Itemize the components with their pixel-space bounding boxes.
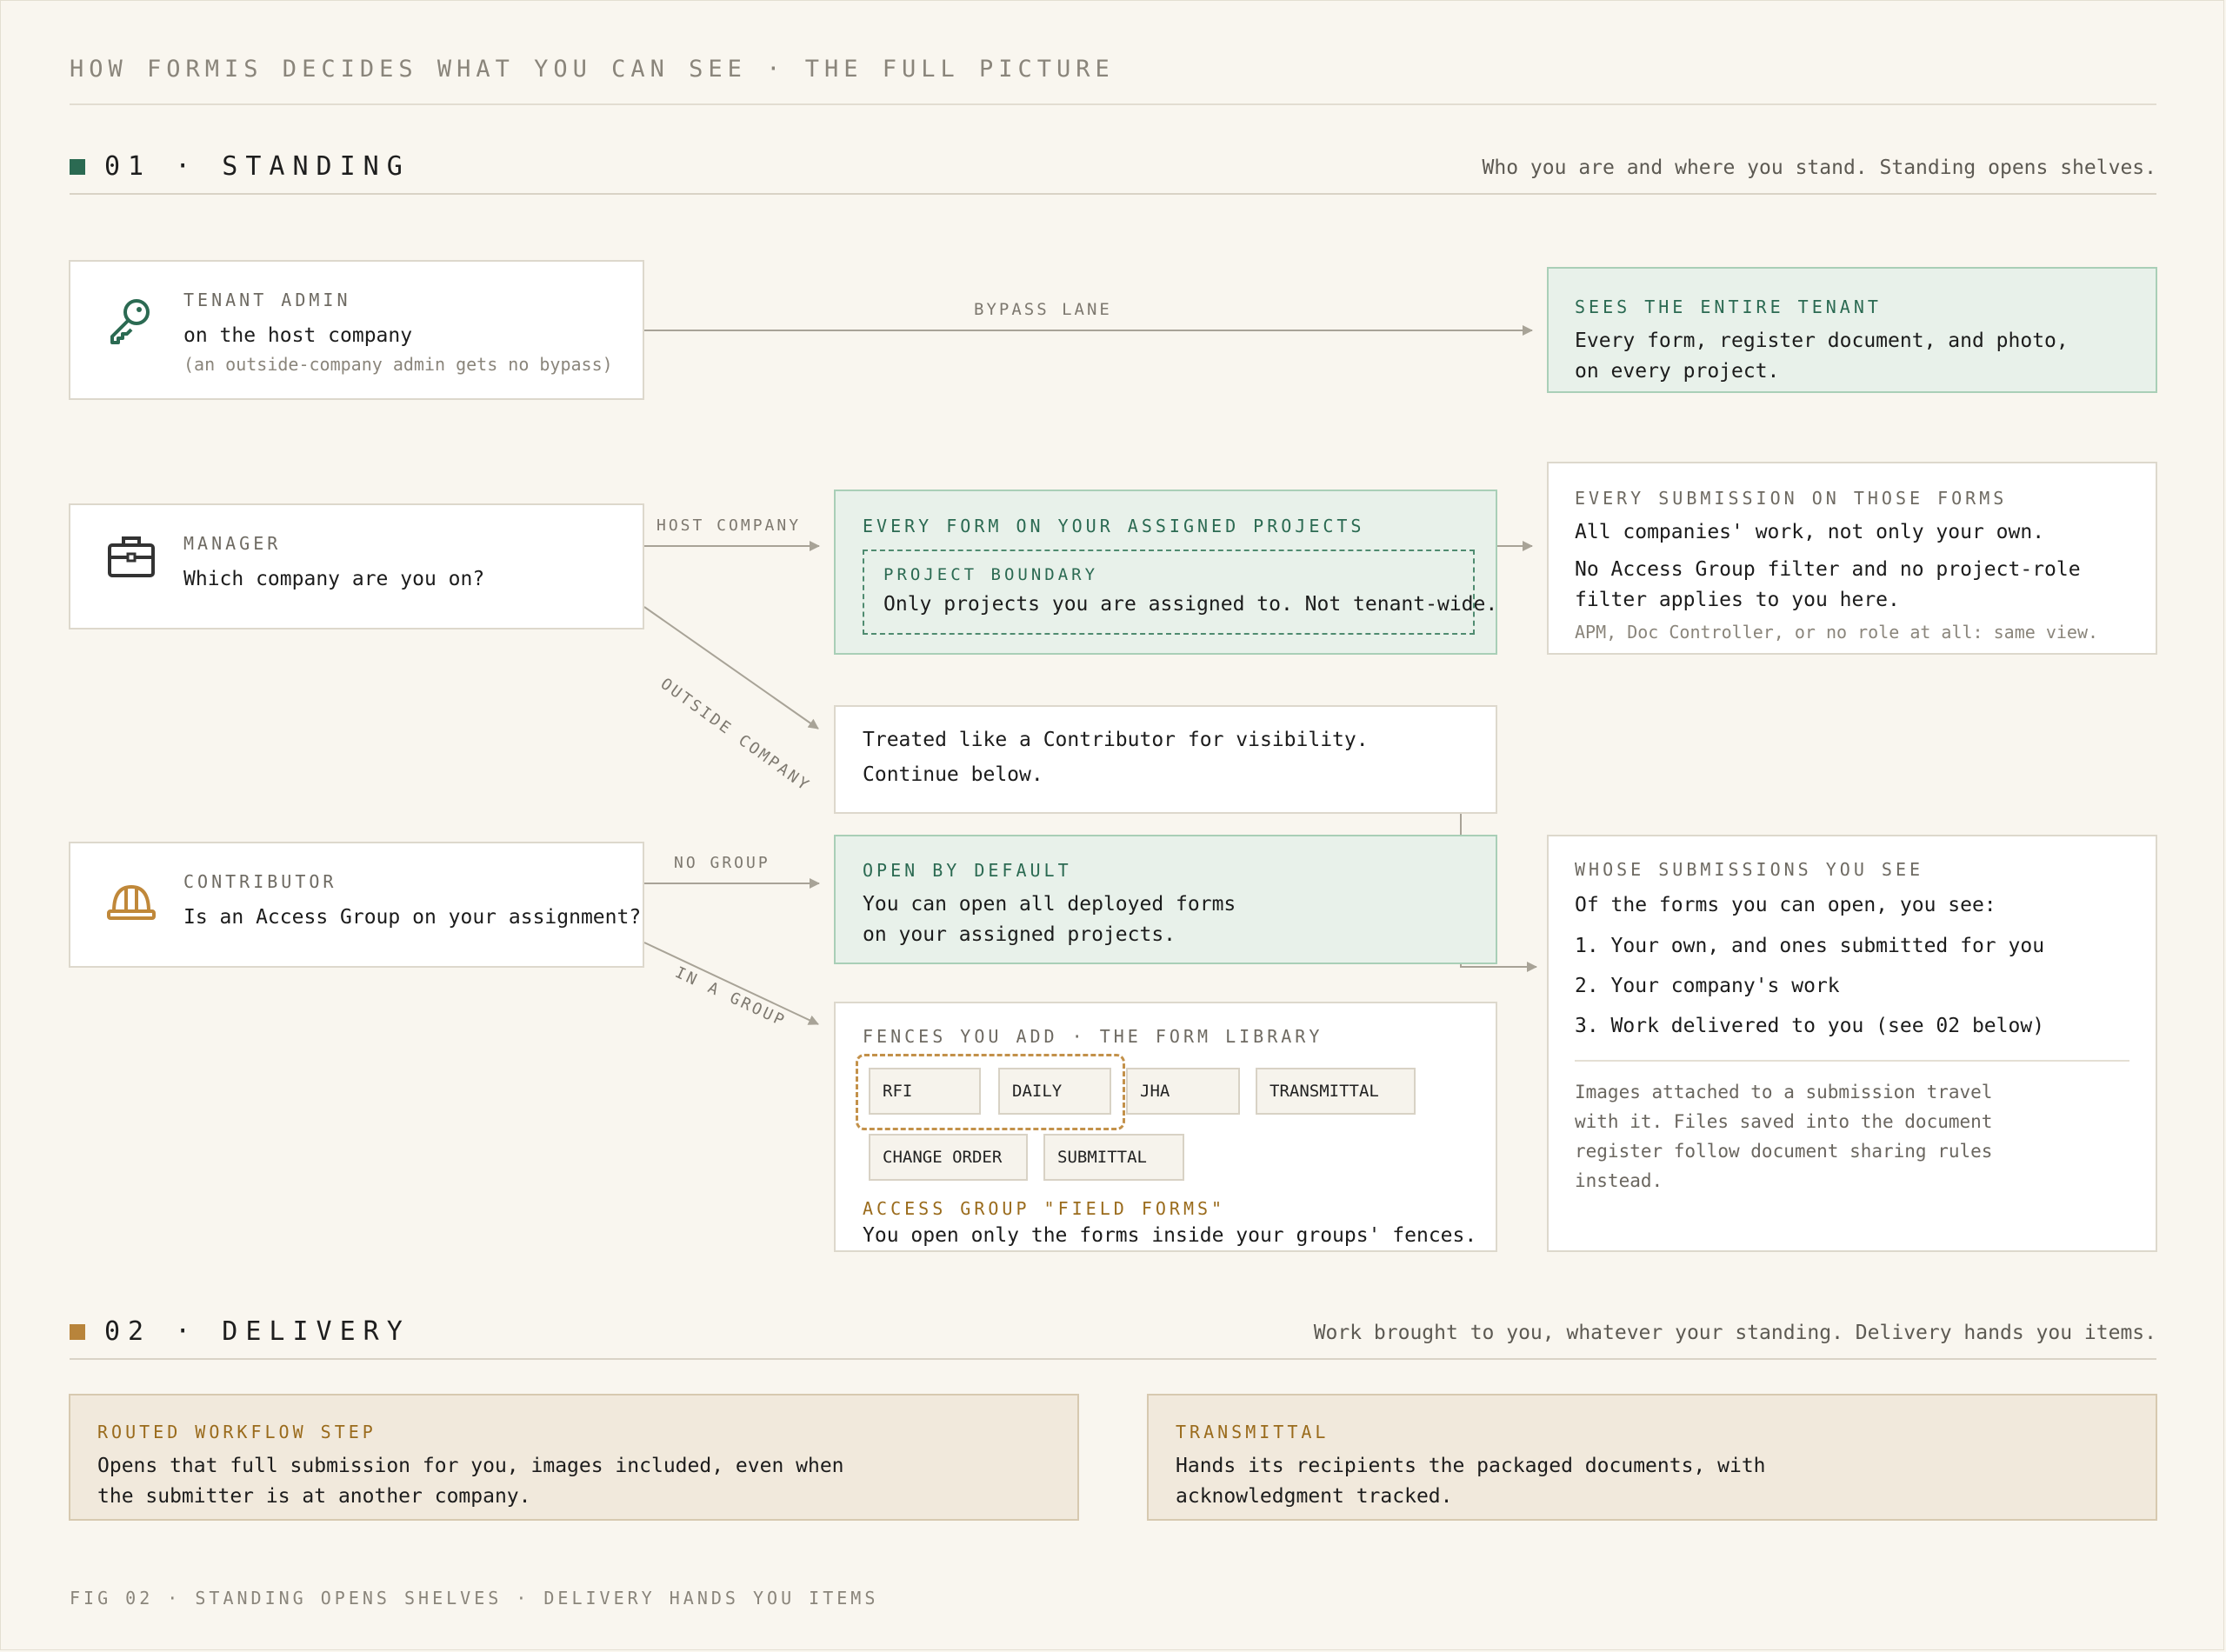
treated-contributor-box: Treated like a Contributor for visibilit… bbox=[834, 705, 1497, 814]
role-tenant-admin-line: on the host company bbox=[183, 324, 413, 347]
in-a-group-arrow bbox=[643, 942, 819, 1025]
role-manager: MANAGER Which company are you on? bbox=[69, 503, 644, 629]
project-boundary-label: PROJECT BOUNDARY bbox=[883, 565, 1099, 584]
transmittal-line1: Hands its recipients the packaged docume… bbox=[1176, 1455, 1766, 1477]
form-chip-transmittal: TRANSMITTAL bbox=[1256, 1068, 1416, 1115]
whose-item-2: 2. Your company's work bbox=[1575, 975, 1840, 997]
every-submission-line2: No Access Group filter and no project-ro… bbox=[1575, 558, 2081, 581]
form-chip-daily: DAILY bbox=[998, 1068, 1111, 1115]
bypass-lane-label: BYPASS LANE bbox=[974, 300, 1112, 319]
every-submission-box: EVERY SUBMISSION ON THOSE FORMS All comp… bbox=[1547, 462, 2157, 655]
whose-label: WHOSE SUBMISSIONS YOU SEE bbox=[1575, 859, 1924, 880]
routed-workflow-line2: the submitter is at another company. bbox=[97, 1485, 531, 1508]
section-delivery-marker bbox=[70, 1323, 85, 1340]
form-chip-jha: JHA bbox=[1126, 1068, 1240, 1115]
transmittal-label: TRANSMITTAL bbox=[1176, 1422, 1330, 1442]
transmittal-card: TRANSMITTAL Hands its recipients the pac… bbox=[1147, 1394, 2157, 1521]
whose-note-line2: with it. Files saved into the document bbox=[1575, 1111, 1993, 1132]
role-contributor-label: CONTRIBUTOR bbox=[183, 871, 337, 892]
every-submission-line1: All companies' work, not only your own. bbox=[1575, 521, 2045, 543]
no-group-label: NO GROUP bbox=[674, 854, 770, 872]
section-delivery-title: 02 · DELIVERY bbox=[104, 1316, 410, 1347]
section-delivery-note: Work brought to you, whatever your stand… bbox=[1313, 1322, 2156, 1344]
every-submission-line3: filter applies to you here. bbox=[1575, 589, 1900, 611]
role-tenant-admin-sub: (an outside-company admin gets no bypass… bbox=[183, 354, 613, 375]
tenant-result-box: SEES THE ENTIRE TENANT Every form, regis… bbox=[1547, 267, 2157, 393]
routed-workflow-card: ROUTED WORKFLOW STEP Opens that full sub… bbox=[69, 1394, 1079, 1521]
whose-intro: Of the forms you can open, you see: bbox=[1575, 894, 1996, 916]
every-submission-label: EVERY SUBMISSION ON THOSE FORMS bbox=[1575, 488, 2008, 509]
fences-label: FENCES YOU ADD · THE FORM LIBRARY bbox=[863, 1026, 1323, 1047]
whose-submissions-box: WHOSE SUBMISSIONS YOU SEE Of the forms y… bbox=[1547, 835, 2157, 1252]
project-boundary-text: Only projects you are assigned to. Not t… bbox=[883, 593, 1498, 616]
section-delivery-divider bbox=[70, 1358, 2156, 1360]
open-default-box: OPEN BY DEFAULT You can open all deploye… bbox=[834, 835, 1497, 964]
section-delivery-heading: 02 · DELIVERY bbox=[70, 1316, 410, 1347]
form-chip-submittal: SUBMITTAL bbox=[1043, 1134, 1184, 1181]
treated-line2: Continue below. bbox=[863, 763, 1043, 786]
assigned-projects-box: EVERY FORM ON YOUR ASSIGNED PROJECTS PRO… bbox=[834, 490, 1497, 655]
tenant-result-line2: on every project. bbox=[1575, 360, 1780, 383]
role-manager-line: Which company are you on? bbox=[183, 568, 485, 590]
briefcase-icon bbox=[108, 536, 155, 577]
whose-divider bbox=[1575, 1060, 2129, 1062]
whose-note-line1: Images attached to a submission travel bbox=[1575, 1082, 1993, 1102]
open-default-label: OPEN BY DEFAULT bbox=[863, 860, 1072, 881]
whose-item-1: 1. Your own, and ones submitted for you bbox=[1575, 935, 2045, 957]
every-submission-note: APM, Doc Controller, or no role at all: … bbox=[1575, 622, 2099, 643]
open-default-line1: You can open all deployed forms bbox=[863, 893, 1236, 916]
tenant-result-label: SEES THE ENTIRE TENANT bbox=[1575, 296, 1882, 317]
tenant-result-line1: Every form, register document, and photo… bbox=[1575, 330, 2069, 352]
treated-line1: Treated like a Contributor for visibilit… bbox=[863, 729, 1369, 751]
transmittal-line2: acknowledgment tracked. bbox=[1176, 1485, 1453, 1508]
role-manager-label: MANAGER bbox=[183, 533, 282, 554]
routed-workflow-line1: Opens that full submission for you, imag… bbox=[97, 1455, 844, 1477]
fences-box: FENCES YOU ADD · THE FORM LIBRARY RFI DA… bbox=[834, 1002, 1497, 1252]
form-chip-change-order: CHANGE ORDER bbox=[869, 1134, 1028, 1181]
host-company-label: HOST COMPANY bbox=[656, 516, 802, 535]
role-tenant-admin-label: TENANT ADMIN bbox=[183, 290, 351, 310]
outside-company-arrow bbox=[643, 606, 819, 729]
role-contributor-line: Is an Access Group on your assignment? bbox=[183, 906, 642, 929]
access-group-label: ACCESS GROUP "FIELD FORMS" bbox=[863, 1198, 1226, 1219]
key-icon bbox=[110, 299, 150, 344]
access-group-text: You open only the forms inside your grou… bbox=[863, 1224, 1477, 1247]
whose-note-line3: register follow document sharing rules bbox=[1575, 1141, 1993, 1162]
form-chip-rfi: RFI bbox=[869, 1068, 981, 1115]
role-contributor: CONTRIBUTOR Is an Access Group on your a… bbox=[69, 842, 644, 968]
whose-note-line4: instead. bbox=[1575, 1170, 1663, 1191]
assigned-projects-label: EVERY FORM ON YOUR ASSIGNED PROJECTS bbox=[863, 516, 1365, 536]
project-boundary: PROJECT BOUNDARY Only projects you are a… bbox=[863, 550, 1497, 635]
open-default-line2: on your assigned projects. bbox=[863, 923, 1176, 946]
routed-workflow-label: ROUTED WORKFLOW STEP bbox=[97, 1422, 377, 1442]
whose-item-3: 3. Work delivered to you (see 02 below) bbox=[1575, 1015, 2045, 1037]
role-tenant-admin: TENANT ADMIN on the host company (an out… bbox=[69, 260, 644, 400]
figure-caption: FIG 02 · STANDING OPENS SHELVES · DELIVE… bbox=[70, 1588, 879, 1609]
hardhat-icon bbox=[107, 884, 156, 920]
